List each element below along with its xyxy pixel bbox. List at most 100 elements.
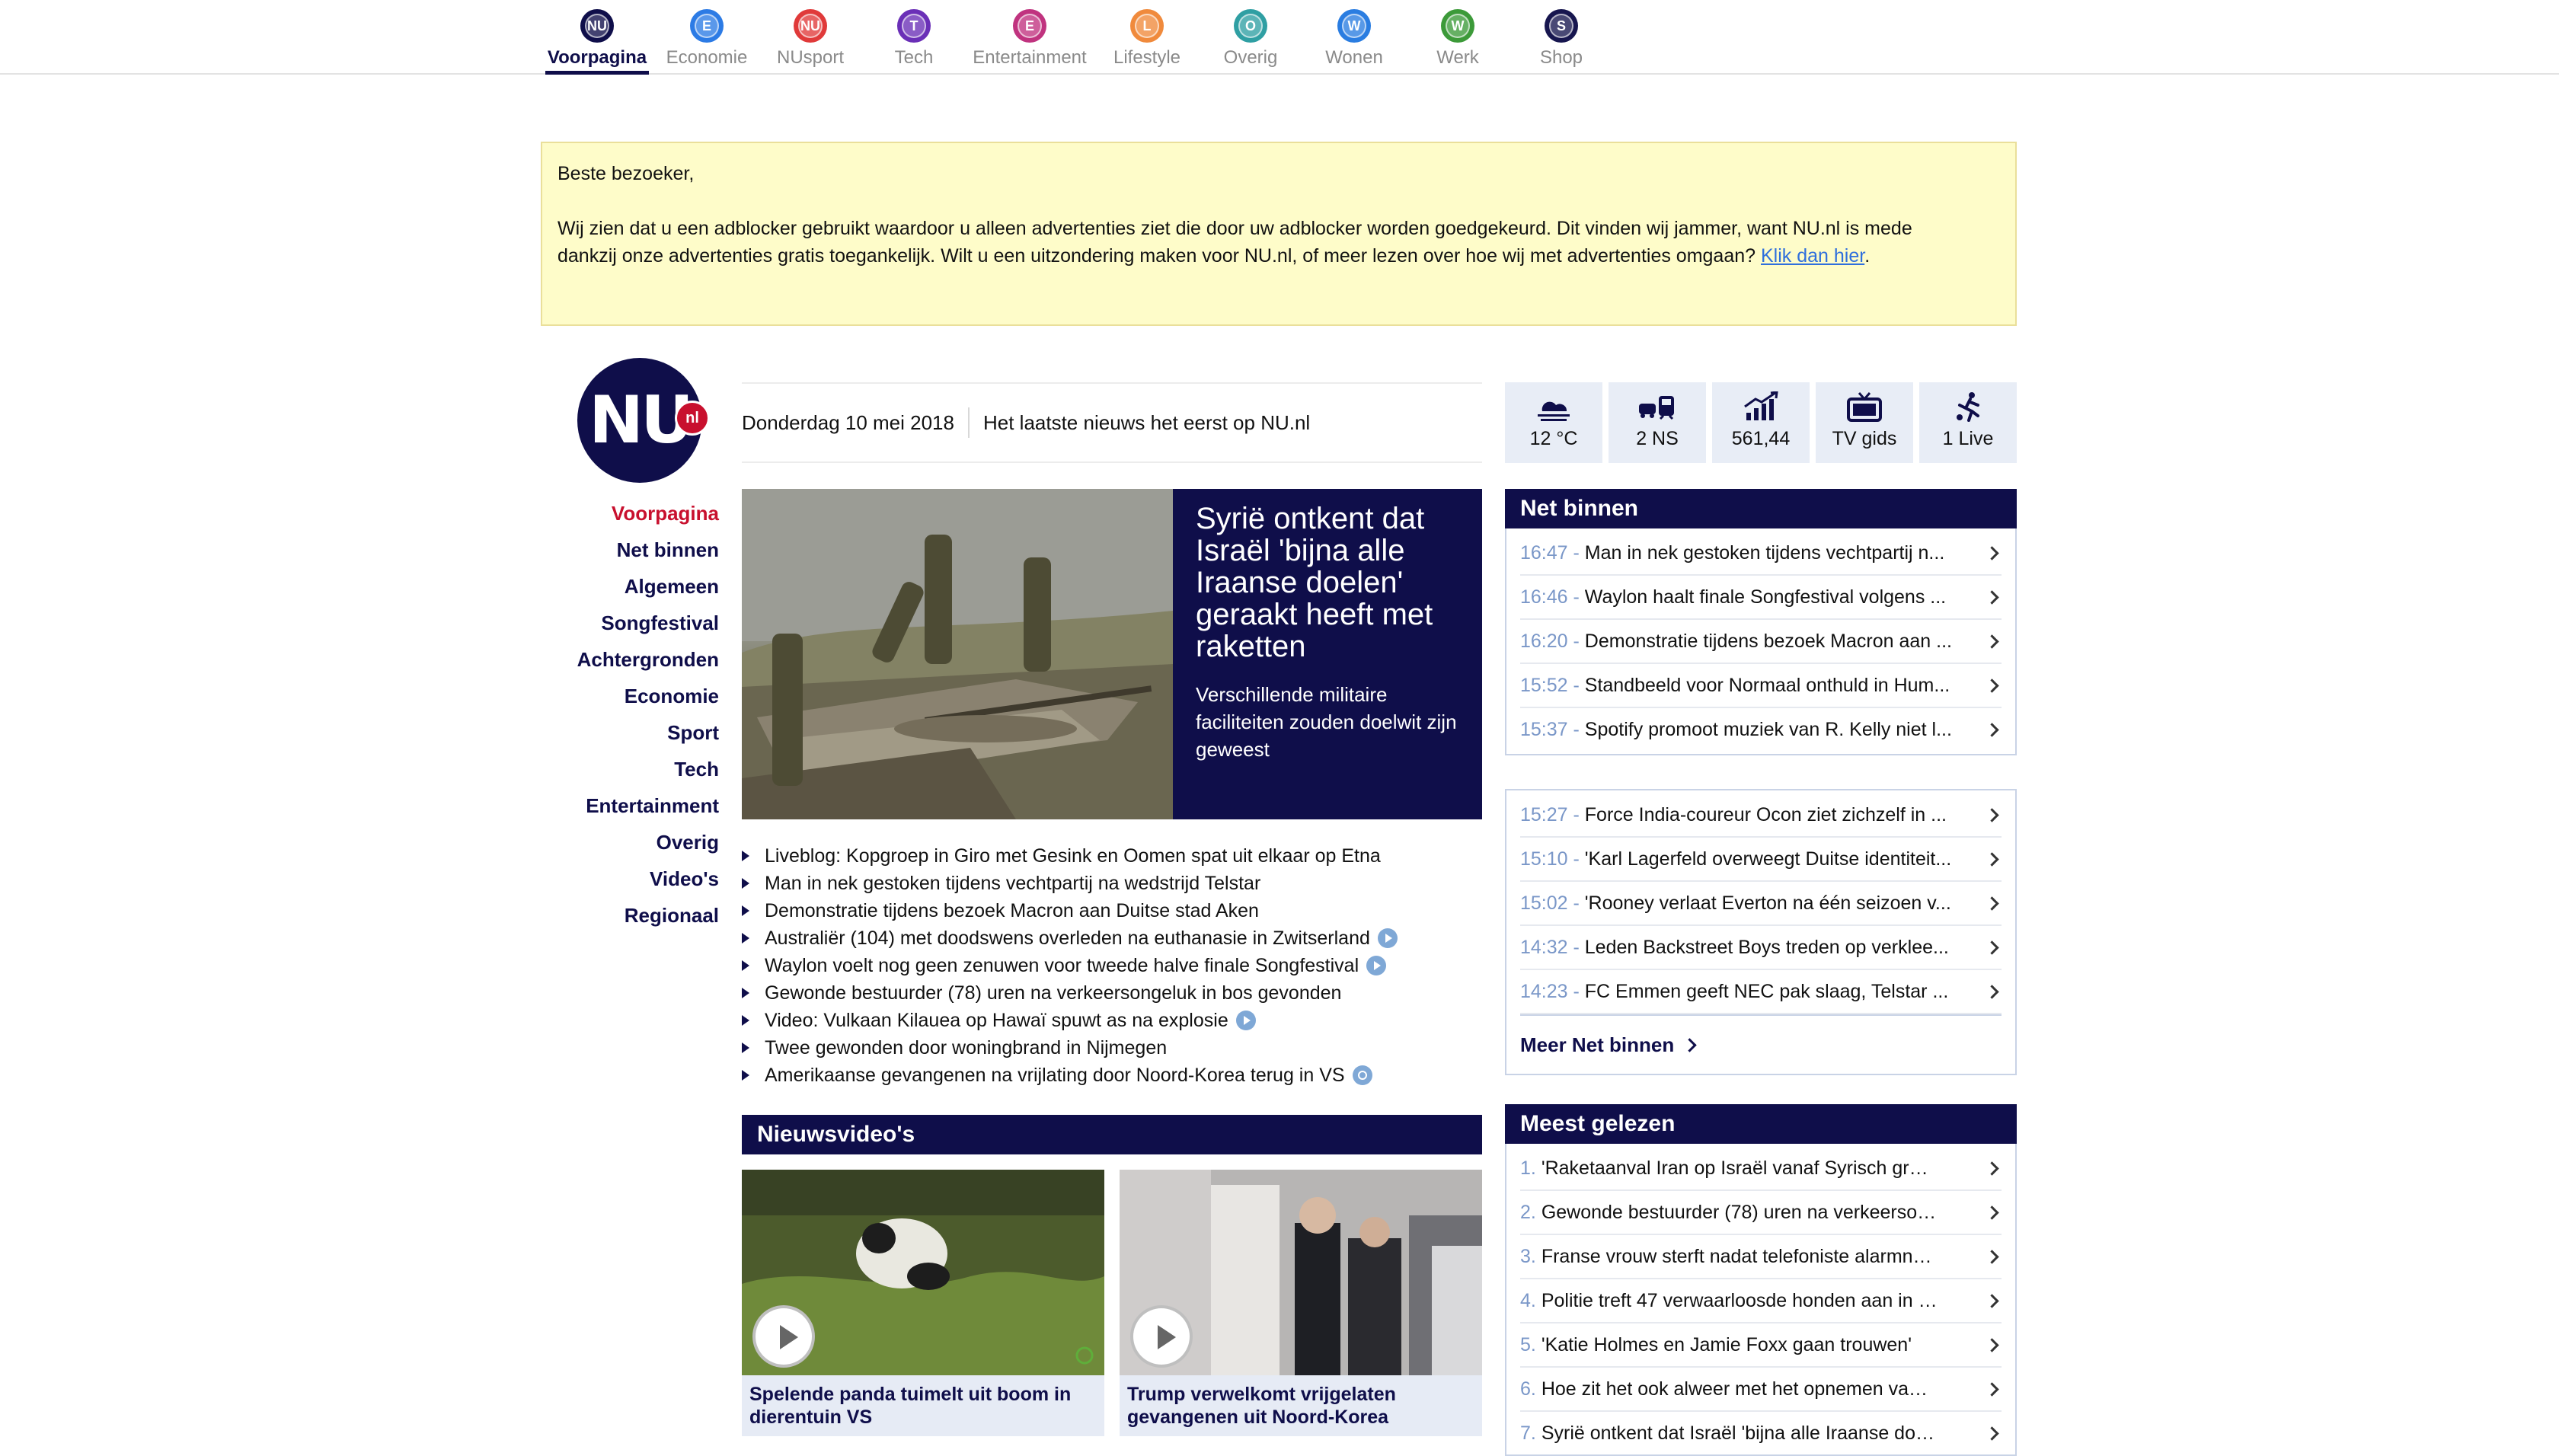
news-row[interactable]: 14:32 - Leden Backstreet Boys treden op … (1520, 926, 2002, 970)
nav-item-wonen[interactable]: W Wonen (1302, 9, 1406, 69)
nav-label: Wonen (1325, 47, 1383, 68)
notice-link[interactable]: Klik dan hier (1761, 245, 1864, 267)
news-time: 15:02 (1520, 892, 1568, 914)
sidebar-item-songfestival[interactable]: Songfestival (533, 609, 719, 646)
more-net-binnen-link[interactable]: Meer Net binnen (1520, 1014, 2002, 1074)
popular-row[interactable]: 1. 'Raketaanval Iran op Israël vanaf Syr… (1520, 1147, 2002, 1191)
video-card[interactable]: Spelende panda tuimelt uit boom in diere… (742, 1170, 1104, 1436)
traffic-value: 2 NS (1636, 428, 1679, 449)
news-row[interactable]: 15:27 - Force India-coureur Ocon ziet zi… (1520, 793, 2002, 838)
sidebar-item-entertainment[interactable]: Entertainment (533, 792, 719, 829)
nav-item-voorpagina[interactable]: NU Voorpagina (545, 9, 649, 75)
soldier-figure (1024, 557, 1051, 672)
weather-widget[interactable]: 12 °C (1505, 382, 1602, 463)
traffic-icon (1639, 396, 1674, 420)
nav-item-overig[interactable]: O Overig (1199, 9, 1302, 69)
sidebar-item-achtergronden[interactable]: Achtergronden (533, 646, 719, 682)
headline-list: Liveblog: Kopgroep in Giro met Gesink en… (742, 842, 1482, 1089)
separator: - (1567, 675, 1585, 696)
hero-title[interactable]: Syrië ontkent dat Israël 'bijna alle Ira… (1196, 503, 1459, 663)
news-row[interactable]: 15:02 - 'Rooney verlaat Everton na één s… (1520, 882, 2002, 926)
rank-number: 4. (1520, 1290, 1536, 1311)
sidebar-item-sport[interactable]: Sport (533, 719, 719, 755)
headline-item[interactable]: Twee gewonden door woningbrand in Nijmeg… (742, 1034, 1482, 1062)
live-sport-icon (1957, 392, 1979, 422)
sidebar-item-videos[interactable]: Video's (533, 865, 719, 902)
play-button-icon[interactable] (1130, 1305, 1193, 1368)
headline-item[interactable]: Demonstratie tijdens bezoek Macron aan D… (742, 897, 1482, 924)
headline-item[interactable]: Gewonde bestuurder (78) uren na verkeers… (742, 979, 1482, 1007)
nav-item-entertainment[interactable]: E Entertainment (973, 9, 1087, 69)
nav-label: Lifestyle (1113, 47, 1181, 68)
info-widgets: 12 °C 2 NS 561,44 TV gids 1 Live (1505, 382, 2017, 463)
sidebar-item-tech[interactable]: Tech (533, 755, 719, 792)
nav-item-lifestyle[interactable]: L Lifestyle (1095, 9, 1199, 69)
tv-guide-widget[interactable]: TV gids (1816, 382, 1913, 463)
news-row[interactable]: 16:46 - Waylon haalt finale Songfestival… (1520, 576, 2002, 620)
sidebar-item-economie[interactable]: Economie (533, 682, 719, 719)
news-time: 15:10 (1520, 848, 1568, 870)
traffic-widget[interactable]: 2 NS (1609, 382, 1706, 463)
news-row[interactable]: 15:10 - 'Karl Lagerfeld overweegt Duitse… (1520, 838, 2002, 882)
headline-text: Man in nek gestoken tijdens vechtpartij … (765, 873, 1261, 894)
hero-article[interactable]: Syrië ontkent dat Israël 'bijna alle Ira… (742, 489, 1482, 819)
video-card[interactable]: Trump verwelkomt vrijgelaten gevangenen … (1120, 1170, 1482, 1436)
headline-item[interactable]: Man in nek gestoken tijdens vechtpartij … (742, 870, 1482, 897)
popular-title: Franse vrouw sterft nadat telefoniste al… (1541, 1246, 1938, 1267)
news-row[interactable]: 16:20 - Demonstratie tijdens bezoek Macr… (1520, 620, 2002, 664)
news-time: 16:47 (1520, 542, 1568, 564)
sidebar-item-regionaal[interactable]: Regionaal (533, 902, 719, 938)
overig-icon: O (1234, 9, 1267, 43)
rank-number: 2. (1520, 1202, 1536, 1223)
popular-row[interactable]: 2. Gewonde bestuurder (78) uren na verke… (1520, 1191, 2002, 1235)
nav-item-economie[interactable]: E Economie (655, 9, 759, 69)
news-time: 15:37 (1520, 719, 1568, 740)
soldier-figure (925, 535, 952, 664)
news-title: Demonstratie tijdens bezoek Macron aan .… (1584, 631, 1952, 652)
nav-item-werk[interactable]: W Werk (1406, 9, 1510, 69)
sidebar-navigation: Voorpagina Net binnen Algemeen Songfesti… (533, 500, 719, 938)
tv-guide-label: TV gids (1832, 428, 1897, 449)
sidebar-item-net-binnen[interactable]: Net binnen (533, 536, 719, 573)
rank-number: 7. (1520, 1422, 1536, 1444)
news-row[interactable]: 15:52 - Standbeeld voor Normaal onthuld … (1520, 664, 2002, 708)
popular-row[interactable]: 3. Franse vrouw sterft nadat telefoniste… (1520, 1235, 2002, 1279)
nu-logo[interactable]: NU nl (577, 358, 710, 483)
separator: - (1567, 586, 1585, 608)
nav-item-tech[interactable]: T Tech (862, 9, 966, 69)
stocks-widget[interactable]: 561,44 (1712, 382, 1810, 463)
sidebar-item-overig[interactable]: Overig (533, 829, 719, 865)
play-button-icon[interactable] (752, 1305, 815, 1368)
headline-item[interactable]: Video: Vulkaan Kilauea op Hawaï spuwt as… (742, 1007, 1482, 1034)
headline-item[interactable]: Liveblog: Kopgroep in Giro met Gesink en… (742, 842, 1482, 870)
date-bar: Donderdag 10 mei 2018 Het laatste nieuws… (742, 382, 1482, 463)
popular-row[interactable]: 6. Hoe zit het ook alweer met het opneme… (1520, 1368, 2002, 1412)
news-title: Spotify promoot muziek van R. Kelly niet… (1584, 719, 1952, 740)
sidebar-item-voorpagina[interactable]: Voorpagina (533, 500, 719, 536)
popular-row[interactable]: 5. 'Katie Holmes en Jamie Foxx gaan trou… (1520, 1323, 2002, 1368)
news-row[interactable]: 16:47 - Man in nek gestoken tijdens vech… (1520, 532, 2002, 576)
separator: - (1567, 719, 1585, 740)
nav-item-shop[interactable]: S Shop (1510, 9, 1613, 69)
top-navigation: NU Voorpagina E Economie NU NUsport T Te… (0, 0, 2559, 75)
nav-item-nusport[interactable]: NU NUsport (759, 9, 862, 69)
news-row[interactable]: 14:23 - FC Emmen geeft NEC pak slaag, Te… (1520, 970, 2002, 1014)
headline-item[interactable]: Amerikaanse gevangenen na vrijlating doo… (742, 1062, 1482, 1089)
notice-text: Wij zien dat u een adblocker gebruikt wa… (557, 218, 1912, 267)
current-date: Donderdag 10 mei 2018 (742, 410, 954, 434)
news-row[interactable]: 15:37 - Spotify promoot muziek van R. Ke… (1520, 708, 2002, 751)
rank-number: 1. (1520, 1157, 1536, 1179)
headline-item[interactable]: Australiër (104) met doodswens overleden… (742, 924, 1482, 952)
video-caption: Trump verwelkomt vrijgelaten gevangenen … (1120, 1375, 1482, 1436)
popular-row[interactable]: 7. Syrië ontkent dat Israël 'bijna alle … (1520, 1412, 2002, 1454)
live-sport-widget[interactable]: 1 Live (1919, 382, 2017, 463)
popular-title: Politie treft 47 verwaarloosde honden aa… (1541, 1290, 1938, 1311)
popular-row[interactable]: 4. Politie treft 47 verwaarloosde honden… (1520, 1279, 2002, 1323)
news-time: 16:46 (1520, 586, 1568, 608)
news-time: 14:32 (1520, 937, 1568, 958)
headline-text: Video: Vulkaan Kilauea op Hawaï spuwt as… (765, 1010, 1228, 1031)
rank-number: 3. (1520, 1246, 1536, 1267)
headline-item[interactable]: Waylon voelt nog geen zenuwen voor tweed… (742, 952, 1482, 979)
sidebar-item-algemeen[interactable]: Algemeen (533, 573, 719, 609)
notice-end: . (1864, 245, 1871, 267)
